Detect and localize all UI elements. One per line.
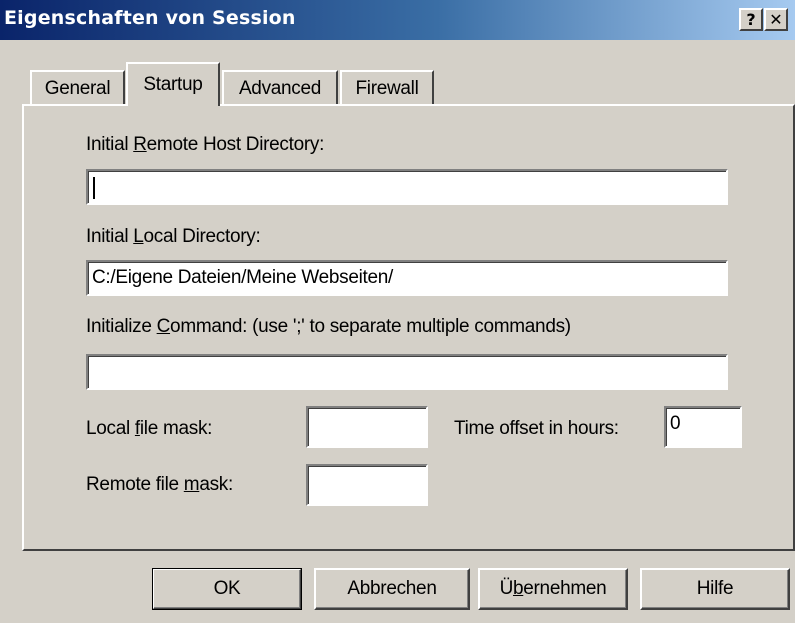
time-offset-label: Time offset in hours: <box>454 418 619 439</box>
window-title: Eigenschaften von Session <box>4 7 296 29</box>
init-command-label: Initialize Command: (use ';' to separate… <box>86 316 571 337</box>
title-bar[interactable]: Eigenschaften von Session ? ✕ <box>0 0 795 40</box>
cancel-button[interactable]: Abbrechen <box>314 568 470 610</box>
ok-button[interactable]: OK <box>152 568 302 610</box>
remote-dir-label: Initial Remote Host Directory: <box>86 134 325 155</box>
tab-general[interactable]: General <box>30 70 125 106</box>
help-button[interactable]: Hilfe <box>640 568 790 610</box>
help-icon[interactable]: ? <box>739 8 763 31</box>
tab-startup-label: Startup <box>143 74 203 95</box>
remote-dir-input[interactable] <box>86 169 728 205</box>
local-file-mask-input[interactable] <box>306 406 428 448</box>
tab-firewall[interactable]: Firewall <box>340 70 434 106</box>
tab-advanced[interactable]: Advanced <box>222 70 338 106</box>
tab-firewall-label: Firewall <box>355 78 419 99</box>
tab-startup[interactable]: Startup <box>126 62 220 106</box>
remote-file-mask-label: Remote file mask: <box>86 474 233 495</box>
text-caret <box>93 177 95 199</box>
tab-general-label: General <box>44 78 111 99</box>
close-icon[interactable]: ✕ <box>764 8 788 31</box>
init-command-input[interactable] <box>86 354 728 390</box>
startup-panel: Initial Remote Host Directory: Initial L… <box>22 104 795 551</box>
apply-button[interactable]: Üb ernehmen <box>478 568 628 610</box>
properties-dialog: Eigenschaften von Session ? ✕ General St… <box>0 0 795 623</box>
tab-advanced-label: Advanced <box>238 78 322 99</box>
time-offset-input[interactable]: 0 <box>664 406 742 448</box>
local-dir-input[interactable]: C:/Eigene Dateien/Meine Webseiten/ <box>86 260 728 296</box>
local-file-mask-label: Local file mask: <box>86 418 213 439</box>
local-dir-label: Initial Local Directory: <box>86 226 261 247</box>
remote-file-mask-input[interactable] <box>306 464 428 506</box>
